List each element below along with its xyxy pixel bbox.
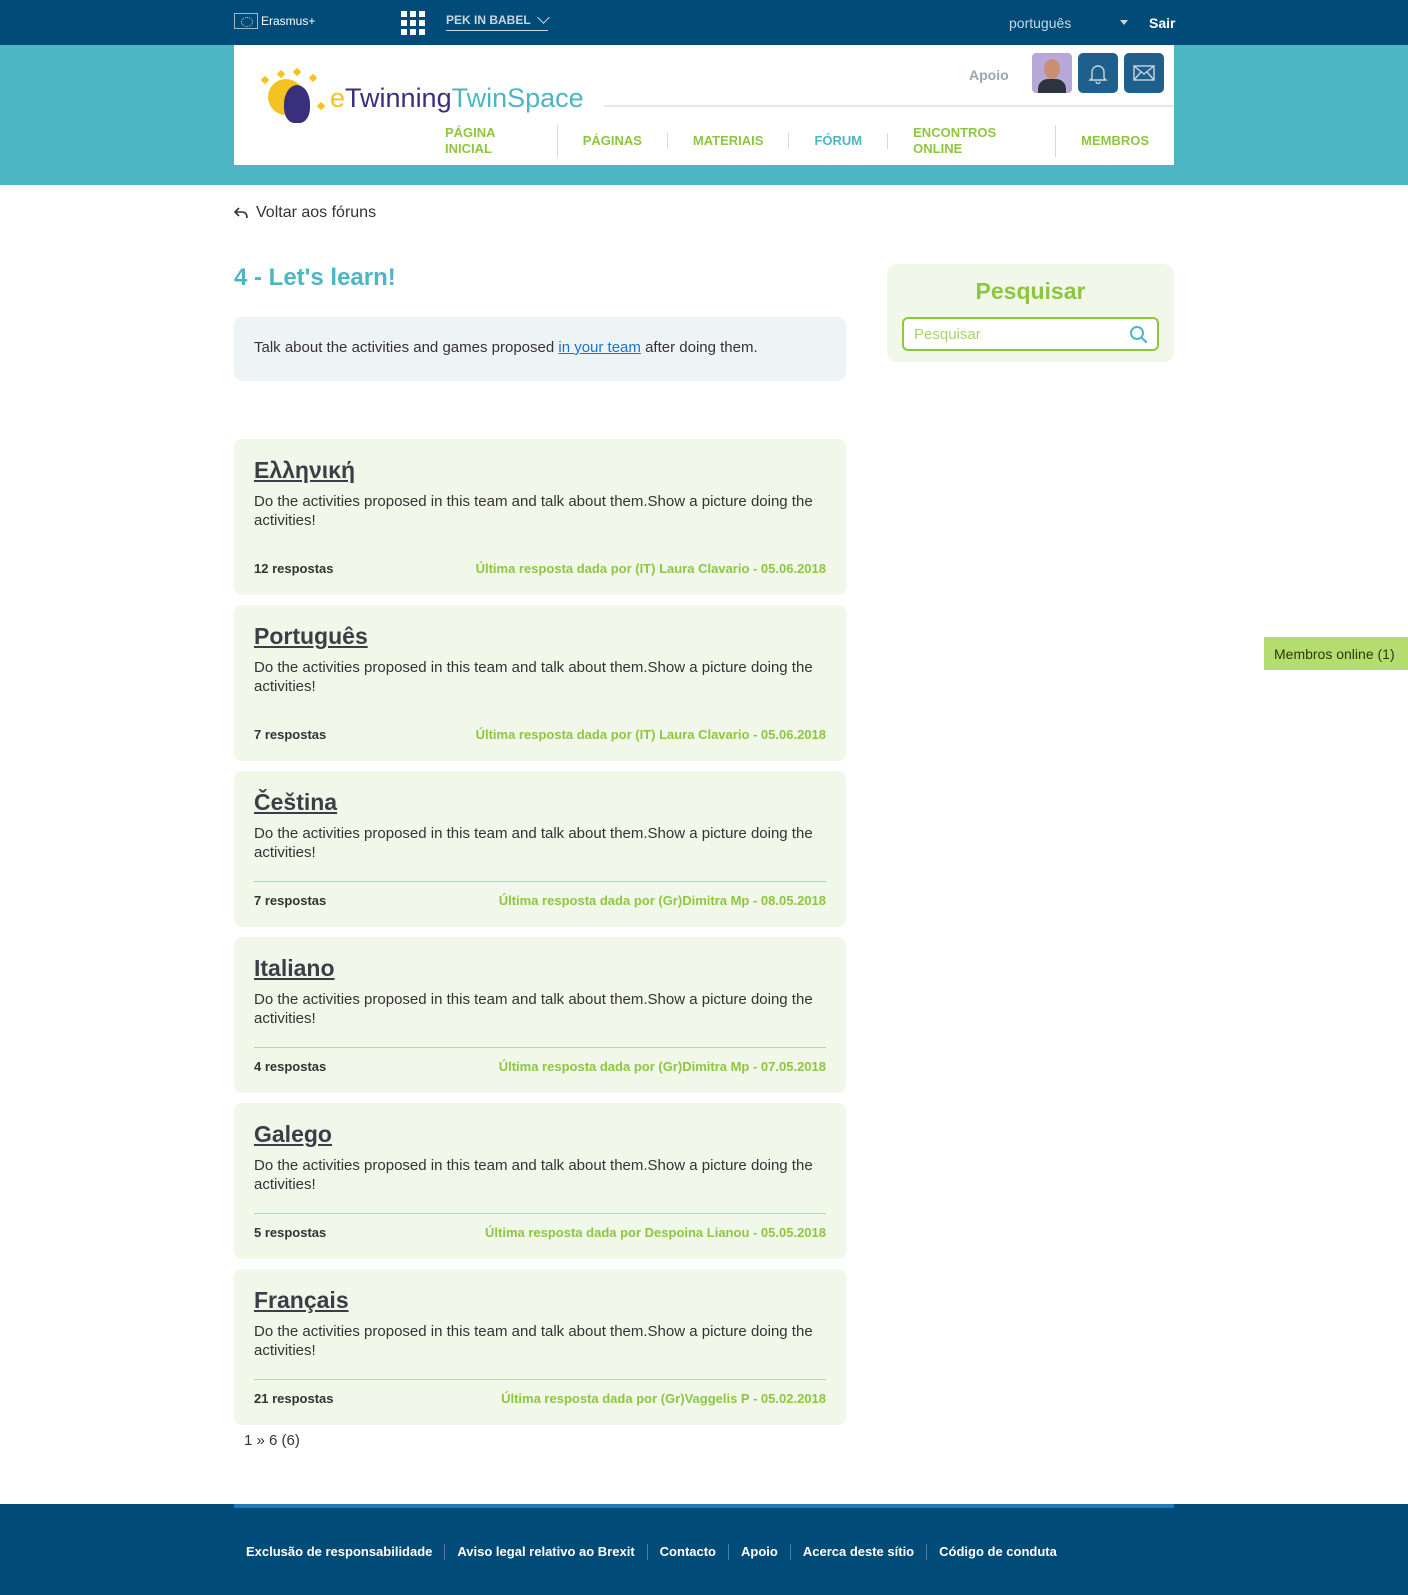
topic-text: Do the activities proposed in this team …	[254, 991, 813, 1027]
footer-link-brexit[interactable]: Aviso legal relativo ao Brexit	[445, 1544, 648, 1560]
bell-icon	[1088, 65, 1108, 84]
topic-item-czech: Čeština Do the activities proposed in th…	[234, 771, 846, 927]
erasmus-logo[interactable]: Erasmus+	[234, 13, 315, 29]
topic-last-reply[interactable]: Última resposta dada por (Gr)Dimitra Mp …	[499, 1059, 826, 1074]
apps-grid-icon[interactable]	[401, 11, 425, 35]
topic-last-reply[interactable]: Última resposta dada por Despoina Lianou…	[485, 1225, 826, 1240]
topic-replies: 5 respostas	[254, 1225, 327, 1240]
nav-home[interactable]: PÁGINA INICIAL	[420, 125, 558, 157]
topic-title[interactable]: Português	[254, 623, 368, 650]
topic-divider	[254, 1047, 826, 1048]
etwinning-logo[interactable]: eTwinningTwinSpace	[258, 67, 584, 127]
topic-title[interactable]: Italiano	[254, 955, 335, 982]
topic-text: Do the activities proposed in this team …	[254, 493, 813, 529]
topic-text: Do the activities proposed in this team …	[254, 1157, 813, 1193]
pagination[interactable]: 1 » 6 (6)	[244, 1432, 300, 1449]
messages-button[interactable]	[1124, 53, 1164, 93]
topic-last-reply[interactable]: Última resposta dada por (Gr)Dimitra Mp …	[499, 893, 826, 908]
forum-title: 4 - Let's learn!	[234, 264, 396, 291]
erasmus-label: Erasmus+	[261, 14, 316, 28]
footer-accent-line	[234, 1504, 1174, 1508]
footer-link-disclaimer[interactable]: Exclusão de responsabilidade	[234, 1544, 446, 1560]
topic-last-reply[interactable]: Última resposta dada por (IT) Laura Clav…	[476, 561, 826, 576]
back-arrow-icon	[234, 207, 248, 219]
your-team-link[interactable]: in your team	[558, 339, 641, 356]
topic-text: Do the activities proposed in this team …	[254, 1323, 813, 1359]
topic-text: Do the activities proposed in this team …	[254, 825, 813, 861]
footer-link-about[interactable]: Acerca deste sítio	[791, 1544, 928, 1560]
chevron-down-icon	[536, 11, 550, 24]
topic-title[interactable]: Français	[254, 1287, 349, 1314]
topic-replies: 7 respostas	[254, 727, 327, 742]
support-link[interactable]: Apoio	[969, 67, 1009, 83]
forum-description: Talk about the activities and games prop…	[234, 317, 846, 381]
search-icon[interactable]	[1129, 325, 1149, 345]
language-select[interactable]: português	[1009, 15, 1129, 31]
logout-link[interactable]: Sair	[1149, 15, 1175, 31]
topic-item-italian: Italiano Do the activities proposed in t…	[234, 937, 846, 1093]
topic-list: Ελληνική Do the activities proposed in t…	[234, 439, 846, 1435]
etwinning-logo-icon	[258, 67, 328, 127]
search-title: Pesquisar	[975, 278, 1086, 304]
search-input[interactable]	[904, 319, 1124, 349]
top-bar: Erasmus+ PEK IN BABEL português Sair	[0, 0, 1408, 45]
topic-item-portuguese: Português Do the activities proposed in …	[234, 605, 846, 761]
topic-divider	[254, 1213, 826, 1214]
topic-divider	[254, 1379, 826, 1380]
topic-item-galician: Galego Do the activities proposed in thi…	[234, 1103, 846, 1259]
topic-replies: 21 respostas	[254, 1391, 334, 1406]
online-members-tab[interactable]: Membros online (1)	[1264, 637, 1408, 670]
avatar[interactable]	[1032, 53, 1072, 93]
search-field	[902, 317, 1159, 351]
topic-divider	[254, 881, 826, 882]
notifications-button[interactable]	[1078, 53, 1118, 93]
footer-link-contact[interactable]: Contacto	[648, 1544, 730, 1560]
topic-text: Do the activities proposed in this team …	[254, 659, 813, 695]
footer-link-code-of-conduct[interactable]: Código de conduta	[927, 1544, 1069, 1560]
back-label: Voltar aos fóruns	[256, 204, 377, 221]
nav-forum[interactable]: FÓRUM	[789, 133, 889, 149]
main-nav: PÁGINA INICIAL PÁGINAS MATERIAIS FÓRUM E…	[420, 125, 1174, 157]
topic-title[interactable]: Ελληνική	[254, 457, 355, 484]
eu-flag-icon	[234, 13, 258, 29]
footer-links: Exclusão de responsabilidade Aviso legal…	[234, 1544, 1069, 1560]
back-to-forums-link[interactable]: Voltar aos fóruns	[234, 204, 376, 222]
topic-last-reply[interactable]: Última resposta dada por (Gr)Vaggelis P …	[501, 1391, 826, 1406]
topic-title[interactable]: Čeština	[254, 789, 337, 816]
nav-pages[interactable]: PÁGINAS	[558, 133, 668, 149]
footer-link-support[interactable]: Apoio	[729, 1544, 791, 1560]
mail-icon	[1133, 65, 1155, 81]
nav-online-meetings[interactable]: ENCONTROS ONLINE	[888, 125, 1057, 157]
logo-wordmark: eTwinningTwinSpace	[330, 82, 584, 113]
topic-item-french: Français Do the activities proposed in t…	[234, 1269, 846, 1425]
topic-replies: 12 respostas	[254, 561, 334, 576]
header-divider	[604, 105, 1174, 107]
topic-last-reply[interactable]: Última resposta dada por (IT) Laura Clav…	[476, 727, 826, 742]
nav-members[interactable]: MEMBROS	[1056, 133, 1174, 149]
search-panel: Pesquisar	[887, 264, 1174, 362]
nav-materials[interactable]: MATERIAIS	[668, 133, 790, 149]
topic-replies: 7 respostas	[254, 893, 327, 908]
topic-title[interactable]: Galego	[254, 1121, 332, 1148]
caret-down-icon	[1120, 20, 1128, 25]
header: eTwinningTwinSpace Apoio PÁGINA INICIAL …	[234, 45, 1174, 165]
project-name: PEK IN BABEL	[446, 13, 531, 27]
project-selector[interactable]: PEK IN BABEL	[446, 11, 550, 31]
footer: Exclusão de responsabilidade Aviso legal…	[0, 1504, 1408, 1595]
topic-item-greek: Ελληνική Do the activities proposed in t…	[234, 439, 846, 595]
topic-replies: 4 respostas	[254, 1059, 327, 1074]
